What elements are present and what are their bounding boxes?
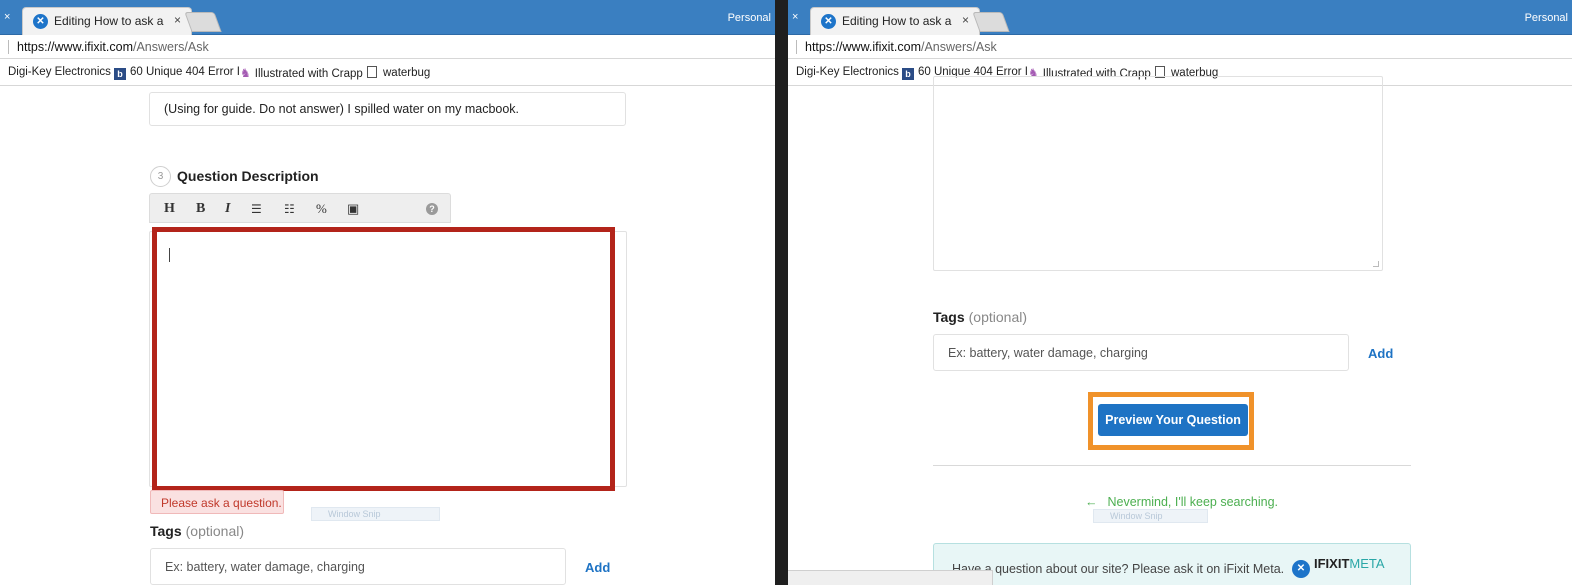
highlight-box-red (152, 227, 615, 491)
description-textarea[interactable] (933, 76, 1383, 271)
meta-banner: Have a question about our site? Please a… (933, 543, 1411, 585)
preview-question-button[interactable]: Preview Your Question (1098, 404, 1248, 436)
panel-divider (778, 0, 785, 585)
new-tab-button[interactable] (184, 12, 222, 32)
tags-label: Tags (optional) (933, 309, 1027, 325)
editor-toolbar: H B I ☰ ☷ % ▣ ? (149, 193, 451, 223)
profile-label[interactable]: Personal (1525, 12, 1568, 24)
question-title-value: (Using for guide. Do not answer) I spill… (164, 102, 520, 116)
url-host: https://www.ifixit.com (17, 40, 133, 54)
tab-strip-close[interactable]: × (792, 11, 798, 23)
bookmark-waterbug[interactable]: waterbug (367, 66, 430, 79)
url-text[interactable]: https://www.ifixit.com/Answers/Ask (17, 40, 209, 54)
resize-handle-icon[interactable] (1373, 261, 1379, 267)
ifixit-icon: ✕ (821, 14, 836, 29)
screenshot-root: × ✕ Editing How to ask a que × Personal … (0, 0, 1572, 585)
logo-sub: META (1349, 556, 1385, 571)
nevermind-label: Nevermind, I'll keep searching. (1107, 495, 1279, 509)
meta-banner-text: Have a question about our site? Please a… (952, 562, 1285, 576)
bookmarks-bar: Digi-Key Electronics b 60 Unique 404 Erro… (0, 59, 775, 86)
tags-optional: (optional) (185, 523, 245, 539)
url-text[interactable]: https://www.ifixit.com/Answers/Ask (805, 40, 997, 54)
tags-placeholder: Ex: battery, water damage, charging (165, 560, 365, 574)
help-icon[interactable]: ? (426, 203, 438, 215)
window-snip-label: Window Snip (1110, 511, 1163, 521)
bookmark-label: waterbug (383, 67, 431, 79)
address-bar[interactable]: https://www.ifixit.com/Answers/Ask (788, 35, 1572, 59)
add-tag-button[interactable]: Add (585, 560, 610, 575)
tags-placeholder: Ex: battery, water damage, charging (948, 346, 1148, 360)
window-snip-overlay: Window Snip (1093, 509, 1208, 523)
b-icon: b (114, 68, 126, 80)
error-message: Please ask a question. (150, 490, 284, 514)
question-title-field[interactable]: (Using for guide. Do not answer) I spill… (149, 92, 626, 126)
bullet-list-icon[interactable]: ☰ (251, 202, 262, 217)
address-separator (8, 40, 9, 54)
tags-optional: (optional) (968, 309, 1028, 325)
right-browser-window: × ✕ Editing How to ask a que × Personal … (785, 0, 1572, 585)
tab-bar: × ✕ Editing How to ask a que × Personal (0, 0, 775, 35)
page-icon (367, 66, 377, 78)
ifixit-logo-icon: ✕ (1292, 560, 1310, 578)
tab-strip-close[interactable]: × (4, 11, 10, 23)
address-bar[interactable]: https://www.ifixit.com/Answers/Ask (0, 35, 775, 59)
profile-label[interactable]: Personal (728, 12, 771, 24)
tags-title: Tags (933, 309, 965, 325)
bookmark-digikey[interactable]: Digi-Key Electronics (8, 66, 111, 78)
step-label: Question Description (177, 168, 319, 184)
address-separator (796, 40, 797, 54)
step-number-badge: 3 (150, 166, 171, 187)
tags-label: Tags (optional) (150, 523, 244, 539)
text-caret (169, 248, 170, 262)
window-snip-label: Window Snip (328, 509, 381, 519)
tab-title: Editing How to ask a que (54, 14, 166, 28)
b-icon: b (902, 68, 914, 80)
page-content: Tags (optional) Ex: battery, water damage… (788, 76, 1572, 585)
page-content: (Using for guide. Do not answer) I spill… (0, 86, 775, 585)
bookmark-label: Illustrated with Crapp (254, 68, 363, 80)
heading-button[interactable]: H (164, 201, 175, 217)
bookmark-digikey[interactable]: Digi-Key Electronics (796, 66, 899, 78)
add-tag-button[interactable]: Add (1368, 346, 1393, 361)
logo-main: IFIXIT (1314, 556, 1350, 571)
new-tab-button[interactable] (972, 12, 1010, 32)
browser-tab[interactable]: ✕ Editing How to ask a que × (810, 7, 980, 35)
link-icon[interactable]: % (316, 201, 327, 217)
tags-title: Tags (150, 523, 182, 539)
url-path: /Answers/Ask (133, 40, 209, 54)
arrow-left-icon: ← (1085, 495, 1098, 509)
ifixit-icon: ✕ (33, 14, 48, 29)
window-snip-overlay: Window Snip (311, 507, 440, 521)
image-icon[interactable]: ▣ (347, 201, 359, 217)
divider (933, 465, 1411, 466)
browser-tab[interactable]: ✕ Editing How to ask a que × (22, 7, 192, 35)
bookmark-label: 60 Unique 404 Error I (130, 66, 240, 78)
tab-title: Editing How to ask a que (842, 14, 954, 28)
tab-close-icon[interactable]: × (962, 13, 969, 27)
mascot-icon: ♞ (240, 66, 251, 80)
italic-button[interactable]: I (225, 201, 230, 217)
url-host: https://www.ifixit.com (805, 40, 921, 54)
bookmark-404[interactable]: b 60 Unique 404 Error I (114, 66, 240, 80)
tags-input[interactable]: Ex: battery, water damage, charging (150, 548, 566, 585)
tab-close-icon[interactable]: × (174, 13, 181, 27)
numbered-list-icon[interactable]: ☷ (284, 202, 295, 217)
tags-input[interactable]: Ex: battery, water damage, charging (933, 334, 1349, 371)
tab-bar: × ✕ Editing How to ask a que × Personal (788, 0, 1572, 35)
bold-button[interactable]: B (196, 201, 205, 217)
status-bar (788, 570, 993, 585)
url-path: /Answers/Ask (921, 40, 997, 54)
left-browser-window: × ✕ Editing How to ask a que × Personal … (0, 0, 778, 585)
bookmark-illustrated[interactable]: ♞ Illustrated with Crapp (240, 66, 363, 80)
ifixit-meta-logo[interactable]: ✕ IFIXITMETA (1292, 556, 1385, 578)
nevermind-link[interactable]: ← Nevermind, I'll keep searching. (1085, 495, 1278, 509)
error-text: Please ask a question. (161, 496, 282, 510)
